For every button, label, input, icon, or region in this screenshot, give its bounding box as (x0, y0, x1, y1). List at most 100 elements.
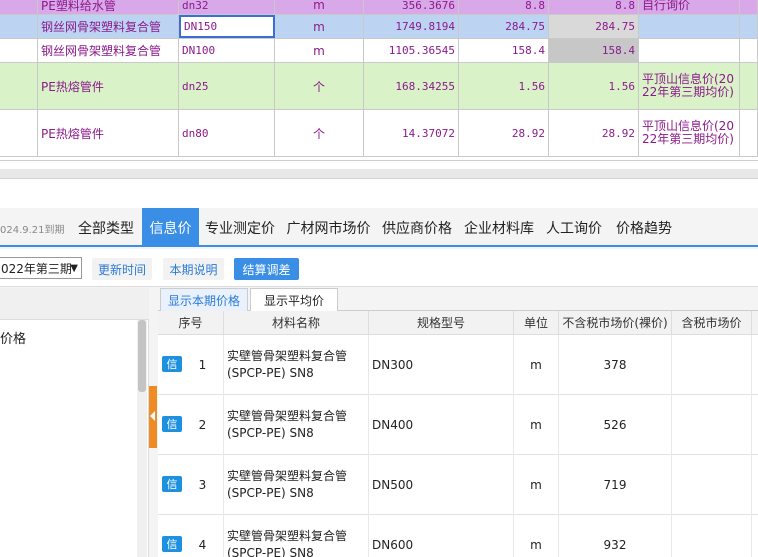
top-grid-cell-qty[interactable]: 1749.8194 (364, 15, 459, 38)
top-grid-cell-end[interactable] (740, 39, 758, 62)
top-grid-cell-qty[interactable]: 356.3676 (364, 0, 459, 14)
top-grid-cell-price[interactable]: 158.4 (459, 39, 549, 62)
table-cell-tax_price (672, 335, 752, 395)
col-header-extra (752, 311, 758, 335)
subtab-current-price[interactable]: 显示本期价格 (160, 288, 248, 311)
top-grid-cell-lead[interactable] (0, 15, 38, 38)
top-grid-cell-total[interactable]: 1.56 (549, 63, 639, 109)
top-grid-cell-end[interactable] (740, 110, 758, 156)
top-grid-cell-total[interactable]: 8.8 (549, 0, 639, 14)
top-grid-cell-name[interactable]: 钢丝网骨架塑料复合管 (38, 39, 179, 62)
price-table: 序号 材料名称 规格型号 单位 不含税市场价(裸价) 含税市场价 信 1 实壁管骨架… (158, 311, 758, 557)
top-grid-cell-note[interactable]: 平顶山信息价(2022年第三期均价) (639, 63, 740, 109)
period-select-value: 022年第三期 (1, 261, 72, 276)
top-grid-row[interactable]: 钢丝网骨架塑料复合管 DN150 m 1749.8194 284.75 284.75 (0, 15, 758, 39)
top-grid-cell-unit[interactable]: 个 (275, 110, 364, 156)
settle-adjust-button[interactable]: 结算调差 (234, 258, 299, 280)
top-grid-cell-qty[interactable]: 14.37072 (364, 110, 459, 156)
top-grid-cell-price[interactable]: 28.92 (459, 110, 549, 156)
subtab-average-price[interactable]: 显示平均价 (250, 288, 338, 311)
table-row[interactable]: 信 1 实壁管骨架塑料复合管(SPCP-PE) SN8 DN300 m 378 (158, 335, 758, 395)
tab-market-price[interactable]: 广材网市场价 (281, 208, 376, 247)
period-select[interactable]: 022年第三期 ▼ (0, 257, 82, 279)
top-grid-cell-total[interactable]: 158.4 (549, 39, 639, 62)
category-tree: 价格 (0, 288, 149, 557)
col-header-name[interactable]: 材料名称 (224, 311, 369, 335)
top-grid-cell-spec[interactable]: dn25 (179, 63, 275, 109)
top-grid-cell-note[interactable]: 平顶山信息价(2022年第三期均价) (639, 110, 740, 156)
collapse-left-icon[interactable] (150, 411, 155, 421)
table-cell-spec: DN400 (369, 395, 514, 455)
top-grid-cell-lead[interactable] (0, 39, 38, 62)
top-grid-cell-name[interactable]: PE塑料给水管 (38, 0, 179, 14)
col-header-unit[interactable]: 单位 (514, 311, 559, 335)
chevron-down-icon[interactable]: ▼ (70, 263, 78, 274)
top-grid-cell-lead[interactable] (0, 110, 38, 156)
top-grid-row[interactable]: PE塑料给水管 dn32 m 356.3676 8.8 8.8 自行询价 (0, 0, 758, 15)
top-grid-row[interactable]: 钢丝网骨架塑料复合管 DN100 m 1105.36545 158.4 158.4 (0, 39, 758, 63)
top-grid-cell-name[interactable]: PE热熔管件 (38, 110, 179, 156)
splitter-bar[interactable] (0, 169, 758, 179)
collapse-handle[interactable] (149, 386, 157, 448)
top-grid-cell-price[interactable]: 284.75 (459, 15, 549, 38)
top-grid-cell-unit[interactable]: m (275, 39, 364, 62)
top-grid-row[interactable]: PE热熔管件 dn80 个 14.37072 28.92 28.92 平顶山信息价(2022… (0, 110, 758, 157)
top-grid-cell-end[interactable] (740, 0, 758, 14)
top-grid-cell-note[interactable]: 自行询价 (639, 0, 740, 14)
table-cell-no: 3 (158, 455, 224, 515)
top-grid-cell-lead[interactable] (0, 63, 38, 109)
sub-tab-bar: 显示本期价格 显示平均价 (158, 288, 758, 311)
tab-info-price[interactable]: 信息价 (142, 208, 199, 247)
pane-splitter[interactable] (0, 160, 758, 208)
top-grid-cell-spec[interactable]: dn32 (179, 0, 275, 14)
top-grid-cell-qty[interactable]: 1105.36545 (364, 39, 459, 62)
table-cell-spec: DN300 (369, 335, 514, 395)
col-header-price[interactable]: 不含税市场价(裸价) (559, 311, 672, 335)
main-tab-bar: 024.9.21到期 全部类型 信息价 专业测定价 广材网市场价 供应商价格 企… (0, 208, 758, 247)
top-grid-cell-end[interactable] (740, 15, 758, 38)
top-grid-cell-total[interactable]: 284.75 (549, 15, 639, 38)
top-grid-cell-unit[interactable]: m (275, 0, 364, 14)
top-grid-cell-note[interactable] (639, 39, 740, 62)
tab-supplier-price[interactable]: 供应商价格 (376, 208, 458, 247)
top-grid-cell-price[interactable]: 8.8 (459, 0, 549, 14)
top-grid-cell-spec[interactable]: dn80 (179, 110, 275, 156)
tree-scrollbar[interactable] (137, 320, 147, 557)
table-cell-tax_price (672, 515, 752, 557)
col-header-no[interactable]: 序号 (158, 311, 224, 335)
top-grid-cell-spec[interactable]: DN100 (179, 39, 275, 62)
tab-professional-price[interactable]: 专业测定价 (199, 208, 281, 247)
tab-all-types[interactable]: 全部类型 (70, 208, 142, 247)
top-grid-cell-qty[interactable]: 168.34255 (364, 63, 459, 109)
table-row[interactable]: 信 4 实壁管骨架塑料复合管(SPCP-PE) SN8 DN600 m 932 (158, 515, 758, 557)
table-cell-unit: m (514, 455, 559, 515)
table-row[interactable]: 信 3 实壁管骨架塑料复合管(SPCP-PE) SN8 DN500 m 719 (158, 455, 758, 515)
tab-enterprise-library[interactable]: 企业材料库 (458, 208, 540, 247)
tab-price-trend[interactable]: 价格趋势 (608, 208, 680, 247)
toolbar: 022年第三期 ▼ 更新时间 本期说明 结算调差 (0, 249, 758, 287)
top-grid-cell-name[interactable]: 钢丝网骨架塑料复合管 (38, 15, 179, 38)
table-row[interactable]: 信 2 实壁管骨架塑料复合管(SPCP-PE) SN8 DN400 m 526 (158, 395, 758, 455)
top-grid-cell-spec[interactable]: DN150 (179, 15, 275, 38)
top-grid-cell-unit[interactable]: 个 (275, 63, 364, 109)
top-grid-cell-unit[interactable]: m (275, 15, 364, 38)
top-grid-cell-end[interactable] (740, 63, 758, 109)
top-grid-cell-name[interactable]: PE热熔管件 (38, 63, 179, 109)
period-desc-button[interactable]: 本期说明 (163, 258, 224, 280)
table-cell-name: 实壁管骨架塑料复合管(SPCP-PE) SN8 (224, 515, 369, 557)
top-grid-cell-total[interactable]: 28.92 (549, 110, 639, 156)
table-cell-price: 719 (559, 455, 672, 515)
top-grid-row[interactable]: PE热熔管件 dn25 个 168.34255 1.56 1.56 平顶山信息价(2022年… (0, 63, 758, 110)
top-grid-cell-lead[interactable] (0, 0, 38, 14)
tab-manual-inquiry[interactable]: 人工询价 (540, 208, 608, 247)
col-header-spec[interactable]: 规格型号 (369, 311, 514, 335)
tree-item-price[interactable]: 价格 (0, 328, 26, 347)
tree-scrollbar-thumb[interactable] (138, 320, 146, 392)
table-cell-price: 526 (559, 395, 672, 455)
table-cell-unit: m (514, 515, 559, 557)
top-grid-cell-note[interactable] (639, 15, 740, 38)
update-time-button[interactable]: 更新时间 (92, 258, 152, 280)
table-cell-unit: m (514, 335, 559, 395)
top-grid-cell-price[interactable]: 1.56 (459, 63, 549, 109)
col-header-tax-price[interactable]: 含税市场价 (672, 311, 752, 335)
